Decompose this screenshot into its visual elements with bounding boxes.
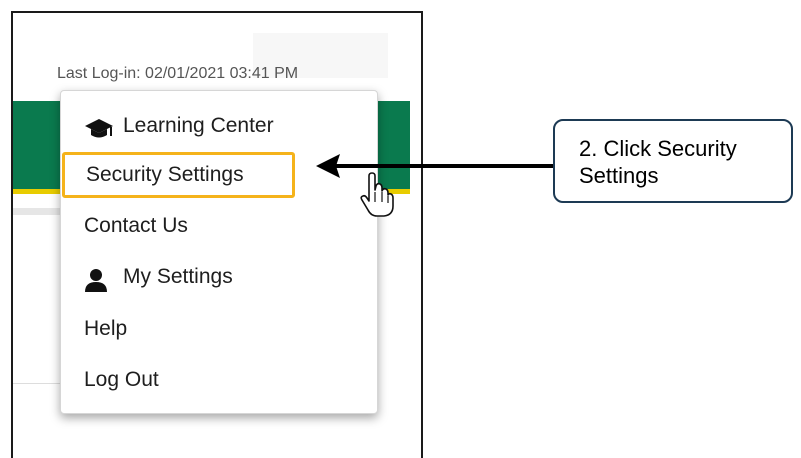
menu-item-label: Learning Center: [123, 114, 274, 137]
menu-item-log-out[interactable]: Log Out: [61, 359, 377, 401]
last-login-text: Last Log-in: 02/01/2021 03:41 PM: [57, 65, 299, 82]
person-icon: [85, 269, 107, 292]
menu-item-label: Log Out: [84, 368, 159, 391]
menu-item-label: Help: [84, 317, 128, 340]
menu-item-learning-center[interactable]: Learning Center: [61, 105, 377, 147]
callout-text: 2. Click Security Settings: [579, 136, 737, 188]
menu-item-my-settings[interactable]: My Settings: [61, 256, 377, 298]
menu-item-label: My Settings: [123, 265, 233, 288]
menu-item-label: Security Settings: [86, 163, 244, 186]
menu-item-contact-us[interactable]: Contact Us: [61, 205, 377, 247]
content-divider: [13, 208, 63, 215]
menu-item-label: Contact Us: [84, 214, 188, 237]
user-dropdown-menu: Learning Center Security Settings Contac…: [60, 90, 378, 414]
pointer-arrow: [316, 154, 555, 178]
instruction-callout: 2. Click Security Settings: [553, 119, 793, 203]
menu-item-help[interactable]: Help: [61, 308, 377, 350]
graduation-cap-icon: [85, 119, 113, 138]
menu-item-security-settings[interactable]: Security Settings: [62, 152, 295, 198]
content-line: [13, 383, 63, 384]
